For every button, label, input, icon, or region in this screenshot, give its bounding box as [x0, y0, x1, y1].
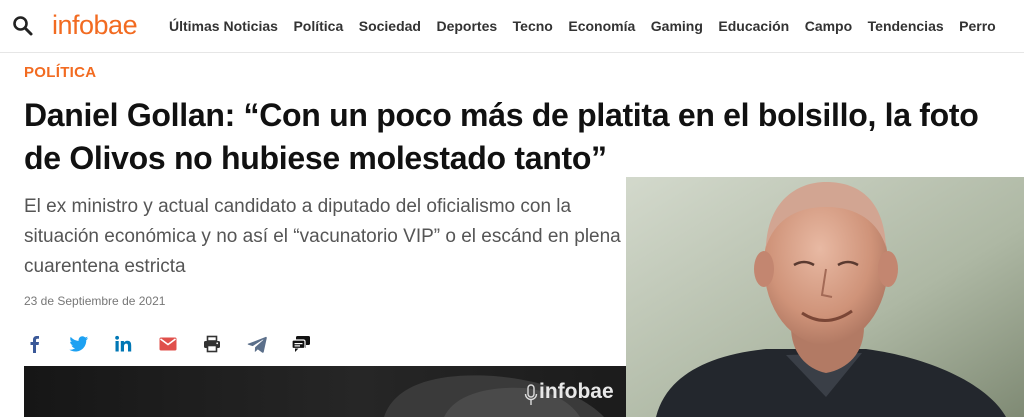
nav-item-politica[interactable]: Política — [293, 18, 343, 34]
overlay-portrait-photo — [626, 177, 1024, 417]
comments-icon[interactable] — [289, 332, 313, 356]
twitter-icon[interactable] — [67, 332, 91, 356]
facebook-icon[interactable] — [22, 332, 46, 356]
search-icon[interactable] — [12, 15, 34, 37]
linkedin-icon[interactable] — [111, 332, 135, 356]
section-label[interactable]: POLÍTICA — [24, 64, 96, 81]
nav-item-perros[interactable]: Perro — [959, 18, 996, 34]
nav-item-educacion[interactable]: Educación — [718, 18, 789, 34]
print-icon[interactable] — [200, 332, 224, 356]
article-headline: Daniel Gollan: “Con un poco más de plati… — [24, 97, 979, 176]
nav-item-tecno[interactable]: Tecno — [513, 18, 553, 34]
top-navigation-bar: infobae Últimas Noticias Política Sociedad… — [0, 0, 1024, 53]
nav-item-ultimas-noticias[interactable]: Últimas Noticias — [169, 18, 278, 34]
publish-date: 23 de Septiembre de 2021 — [24, 294, 166, 308]
email-icon[interactable] — [156, 332, 180, 356]
share-bar — [22, 332, 334, 356]
nav-item-tendencias[interactable]: Tendencias — [868, 18, 944, 34]
lead-image: infobae — [24, 366, 634, 417]
lead-image-watermark: infobae — [539, 380, 614, 403]
article-subtitle: El ex ministro y actual candidato a dipu… — [24, 196, 621, 277]
nav-item-sociedad[interactable]: Sociedad — [359, 18, 421, 34]
site-logo[interactable]: infobae — [52, 10, 138, 41]
nav-item-deportes[interactable]: Deportes — [436, 18, 497, 34]
microphone-icon — [524, 384, 538, 405]
nav-item-campo[interactable]: Campo — [805, 18, 852, 34]
nav-item-economia[interactable]: Economía — [568, 18, 635, 34]
main-nav: Últimas Noticias Política Sociedad Deportes… — [169, 18, 1011, 34]
nav-item-gaming[interactable]: Gaming — [651, 18, 703, 34]
telegram-icon[interactable] — [245, 332, 269, 356]
